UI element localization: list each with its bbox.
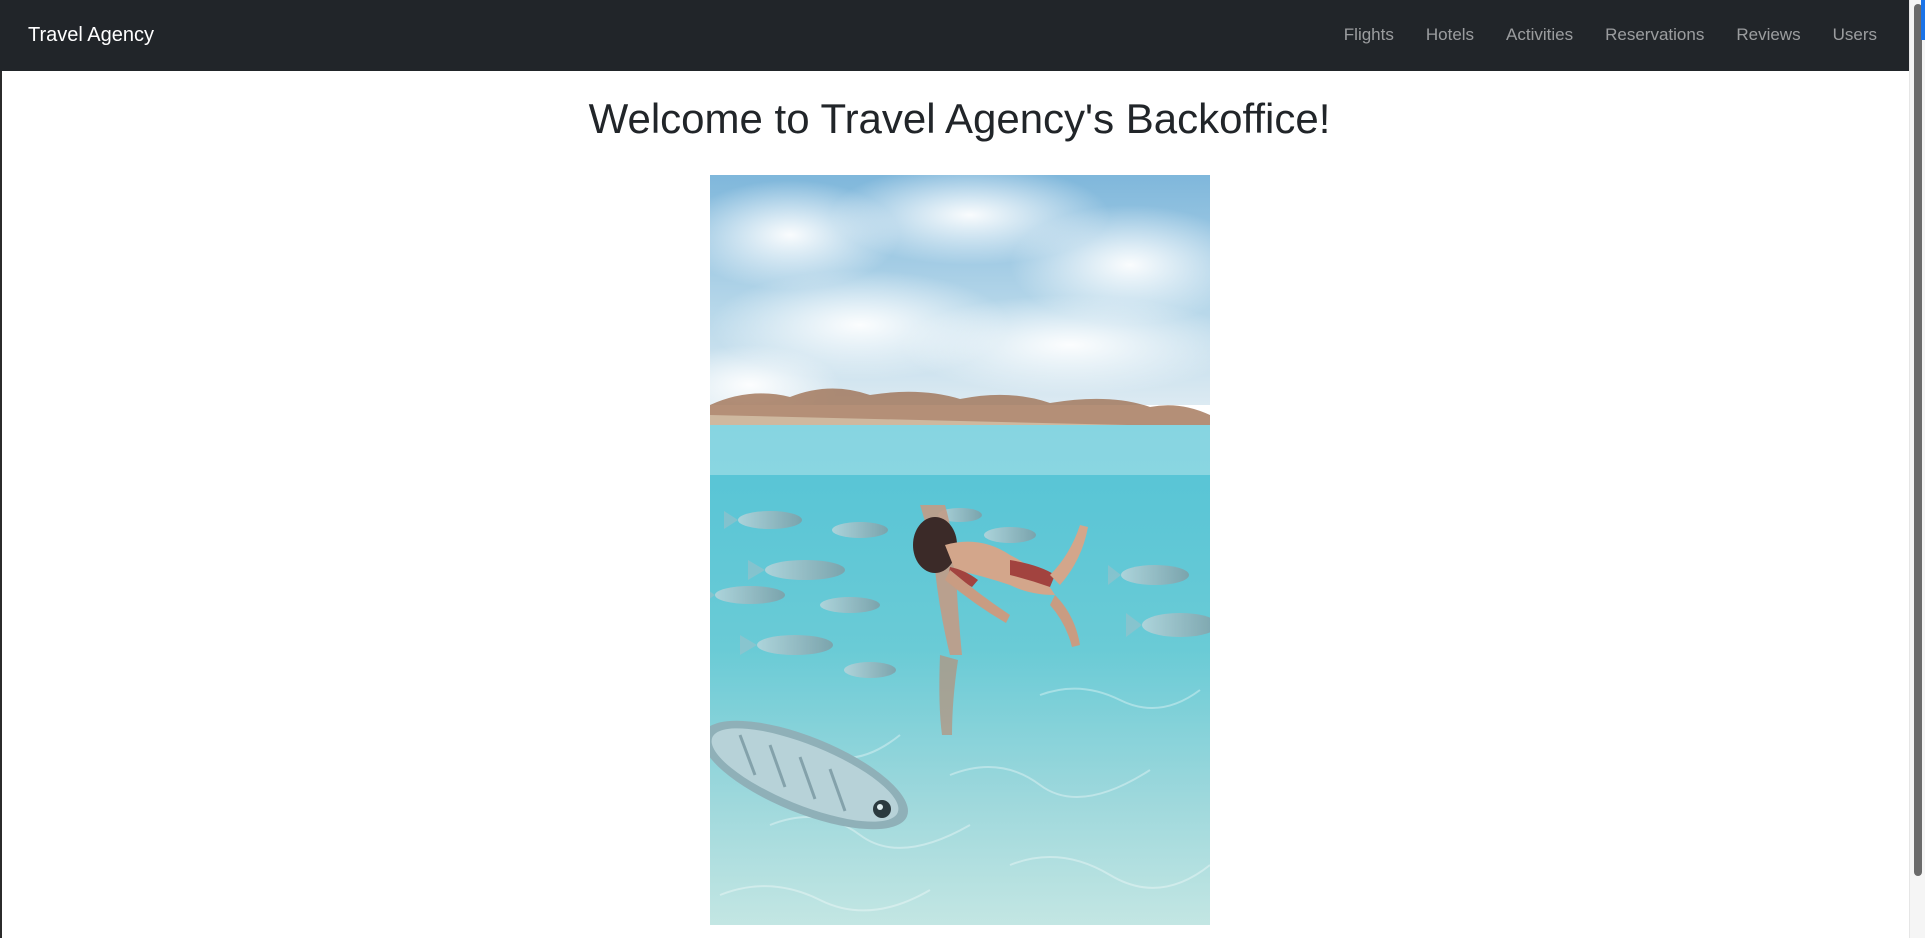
nav-link-activities[interactable]: Activities (1490, 22, 1589, 48)
top-navbar: Travel Agency Flights Hotels Activities … (0, 0, 1925, 71)
nav-link-users[interactable]: Users (1817, 22, 1877, 48)
page-title: Welcome to Travel Agency's Backoffice! (588, 95, 1331, 142)
brand-link[interactable]: Travel Agency (28, 22, 154, 48)
scrollbar-thumb[interactable] (1914, 4, 1922, 876)
window-edge (0, 71, 2, 938)
window-corner-accent (1921, 0, 1925, 40)
nav-links: Flights Hotels Activities Reservations R… (1328, 22, 1877, 48)
main-content: Welcome to Travel Agency's Backoffice! (0, 71, 1909, 938)
vertical-scrollbar[interactable] (1909, 0, 1925, 938)
nav-link-reservations[interactable]: Reservations (1589, 22, 1720, 48)
hero-image (710, 175, 1210, 925)
nav-link-reviews[interactable]: Reviews (1720, 22, 1816, 48)
underwater-swimmer-photo-icon (710, 175, 1210, 925)
nav-link-hotels[interactable]: Hotels (1410, 22, 1490, 48)
nav-link-flights[interactable]: Flights (1328, 22, 1410, 48)
